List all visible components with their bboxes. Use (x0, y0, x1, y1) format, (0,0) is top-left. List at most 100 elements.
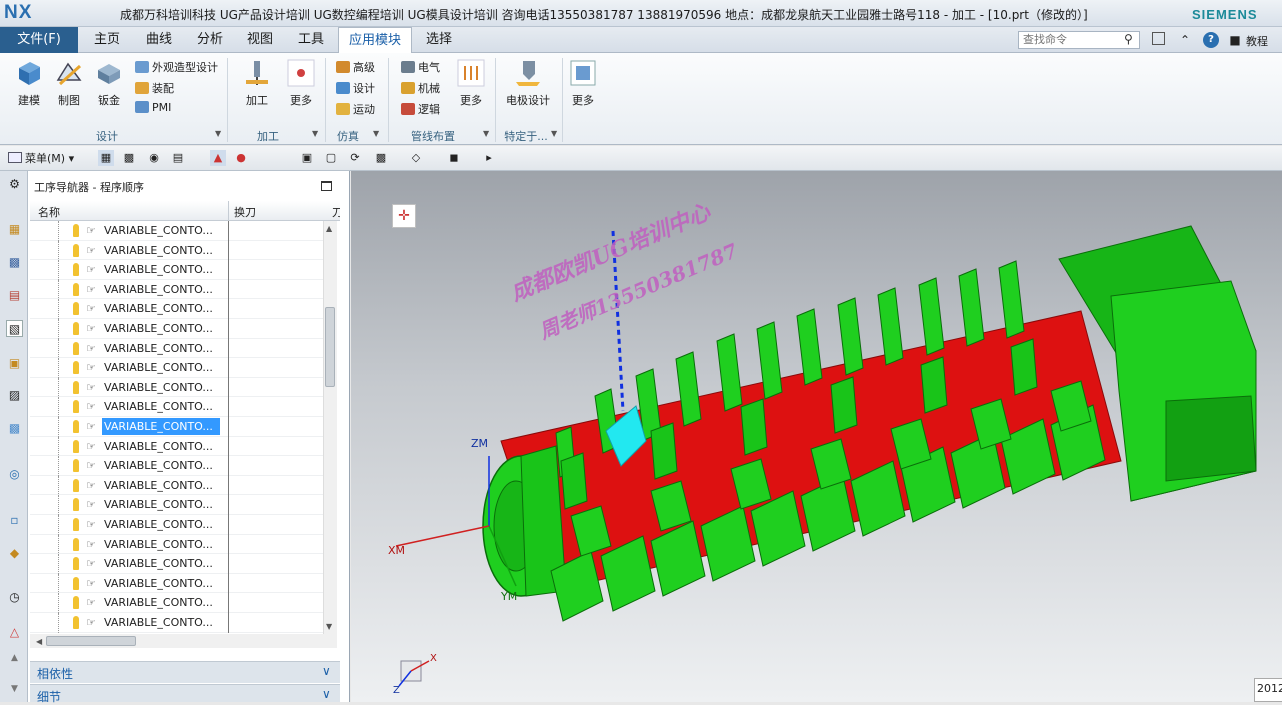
tab-select[interactable]: 选择 (416, 27, 462, 53)
verify-path-icon[interactable]: ● (233, 150, 249, 166)
column-toolchange-header[interactable]: 换刀 (234, 204, 256, 220)
machining-button[interactable]: 加工 (240, 58, 274, 108)
ribbon-more-button[interactable]: 更多 (566, 58, 600, 108)
operation-row[interactable]: ☞ VARIABLE_CONTO... (30, 417, 323, 437)
tab-curve[interactable]: 曲线 (136, 27, 182, 53)
assembly-item[interactable]: 装配 (135, 80, 174, 96)
render-style-icon[interactable]: ◇ (408, 150, 424, 166)
help-icon[interactable]: ? (1203, 32, 1219, 48)
tab-application[interactable]: 应用模块 (338, 27, 412, 53)
chevron-down-icon[interactable]: ∨ (322, 664, 331, 678)
tab-file[interactable]: 文件(F) (0, 27, 78, 53)
operation-row[interactable]: ☞ VARIABLE_CONTO... (30, 534, 323, 555)
scroll-up-icon[interactable]: ▲ (326, 224, 332, 233)
machining-group-dropdown-icon[interactable]: ▼ (312, 129, 318, 138)
operation-row[interactable]: ☞ VARIABLE_CONTO... (30, 397, 323, 418)
operation-row[interactable]: ☞ VARIABLE_CONTO... (30, 358, 323, 379)
horizontal-scroll-thumb[interactable] (46, 636, 136, 646)
tab-analysis[interactable]: 分析 (187, 27, 233, 53)
operation-row[interactable]: ☞ VARIABLE_CONTO... (30, 240, 323, 261)
simulation-group-dropdown-icon[interactable]: ▼ (373, 129, 379, 138)
tool-view-icon[interactable]: ◉ (146, 150, 162, 166)
maximize-icon[interactable] (321, 181, 332, 191)
operation-row[interactable]: ☞ VARIABLE_CONTO... (30, 573, 323, 594)
operation-row[interactable]: ☞ VARIABLE_CONTO... (30, 515, 323, 535)
machine-tool-navigator-icon[interactable]: ▣ (6, 355, 23, 372)
navigator-vertical-scrollbar[interactable] (323, 221, 337, 634)
tab-home[interactable]: 主页 (84, 27, 130, 53)
visibility-icon[interactable]: ▸ (481, 150, 497, 166)
simulation-advanced-item[interactable]: 高级 (336, 59, 375, 75)
operation-row[interactable]: ☞ VARIABLE_CONTO... (30, 299, 323, 320)
details-panel-header[interactable] (30, 684, 340, 702)
operation-row[interactable]: ☞ VARIABLE_CONTO... (30, 475, 323, 496)
assembly-navigator-icon[interactable]: ▦ (6, 221, 23, 238)
crosshair-icon[interactable]: ✛ (392, 204, 416, 228)
operation-row[interactable]: ☞ VARIABLE_CONTO... (30, 319, 323, 339)
drafting-button[interactable]: 制图 (52, 58, 86, 108)
fit-view-icon[interactable]: ▣ (299, 150, 315, 166)
simulation-motion-item[interactable]: 运动 (336, 101, 375, 117)
history-palette-icon[interactable]: ▫ (6, 512, 23, 529)
modeling-button[interactable]: 建模 (12, 58, 46, 108)
rotate-icon[interactable]: ⟳ (347, 150, 363, 166)
tab-tools[interactable]: 工具 (288, 27, 334, 53)
clock-icon[interactable]: ◷ (6, 589, 23, 606)
part-model-svg[interactable] (351, 171, 1282, 702)
operation-navigator-icon[interactable]: ▧ (6, 320, 23, 337)
operation-row[interactable]: ☞ VARIABLE_CONTO... (30, 338, 323, 359)
system-materials-icon[interactable]: ◆ (6, 545, 23, 562)
selection-filter-icon[interactable]: ▦ (98, 150, 114, 166)
tab-view[interactable]: 视图 (237, 27, 283, 53)
part-navigator-icon[interactable]: ▤ (6, 287, 23, 304)
routing-electrical-item[interactable]: 电气 (401, 59, 440, 75)
window-icon[interactable] (1152, 32, 1165, 45)
method-view-icon[interactable]: ▤ (170, 150, 186, 166)
column-name-header[interactable]: 名称 (38, 204, 60, 220)
operation-row[interactable]: ☞ VARIABLE_CONTO... (30, 554, 323, 575)
sheet-metal-button[interactable]: 钣金 (92, 58, 126, 108)
resource-scroll-down-icon[interactable]: ▼ (6, 681, 23, 698)
routing-logical-item[interactable]: 逻辑 (401, 101, 440, 117)
routing-more-button[interactable]: 更多 (454, 58, 488, 108)
reuse-library-icon[interactable]: ▩ (6, 420, 23, 437)
command-search-input[interactable] (1018, 31, 1140, 49)
zoom-icon[interactable]: ▢ (323, 150, 339, 166)
operation-row[interactable]: ☞ VARIABLE_CONTO... (30, 221, 323, 241)
generate-path-icon[interactable]: ▲ (210, 150, 226, 166)
operation-row[interactable]: ☞ VARIABLE_CONTO... (30, 613, 323, 633)
web-browser-icon[interactable]: ◎ (6, 466, 23, 483)
operation-row[interactable]: ☞ VARIABLE_CONTO... (30, 260, 323, 281)
program-view-icon[interactable]: ▩ (121, 150, 137, 166)
chevron-up-icon[interactable]: ⌃ (1177, 32, 1193, 48)
search-icon[interactable]: ⚲ (1124, 32, 1138, 47)
part-display-icon[interactable]: ◼ (446, 150, 462, 166)
resource-scroll-up-icon[interactable]: ▲ (6, 650, 23, 667)
operation-row[interactable]: ☞ VARIABLE_CONTO... (30, 436, 323, 457)
roles-icon[interactable]: △ (6, 624, 23, 641)
operation-row[interactable]: ☞ VARIABLE_CONTO... (30, 495, 323, 516)
dependency-panel-header[interactable] (30, 661, 340, 683)
graduation-cap-icon[interactable]: ■ (1227, 32, 1243, 48)
shape-studio-item[interactable]: 外观造型设计 (135, 59, 218, 75)
view-orientation-icon[interactable]: ▩ (373, 150, 389, 166)
scroll-down-icon[interactable]: ▼ (326, 622, 332, 631)
scroll-left-icon[interactable]: ◀ (36, 637, 42, 646)
simulation-design-item[interactable]: 设计 (336, 80, 375, 96)
tutorial-label[interactable]: 教程 (1246, 33, 1268, 49)
machining-more-button[interactable]: 更多 (284, 58, 318, 108)
operation-row[interactable]: ☞ VARIABLE_CONTO... (30, 593, 323, 614)
routing-group-dropdown-icon[interactable]: ▼ (483, 129, 489, 138)
operation-row[interactable]: ☞ VARIABLE_CONTO... (30, 377, 323, 398)
chevron-down-icon[interactable]: ∨ (322, 687, 331, 701)
settings-icon[interactable]: ⚙ (6, 176, 23, 193)
design-group-dropdown-icon[interactable]: ▼ (215, 129, 221, 138)
electrode-design-button[interactable]: 电极设计 (505, 58, 551, 108)
routing-mechanical-item[interactable]: 机械 (401, 80, 440, 96)
constraint-navigator-icon[interactable]: ▩ (6, 254, 23, 271)
graphics-viewport[interactable] (351, 171, 1282, 702)
vertical-scroll-thumb[interactable] (325, 307, 335, 387)
operation-row[interactable]: ☞ VARIABLE_CONTO... (30, 279, 323, 300)
menu-button[interactable]: 菜单(M) ▾ (8, 150, 74, 166)
feature-navigator-icon[interactable]: ▨ (6, 387, 23, 404)
